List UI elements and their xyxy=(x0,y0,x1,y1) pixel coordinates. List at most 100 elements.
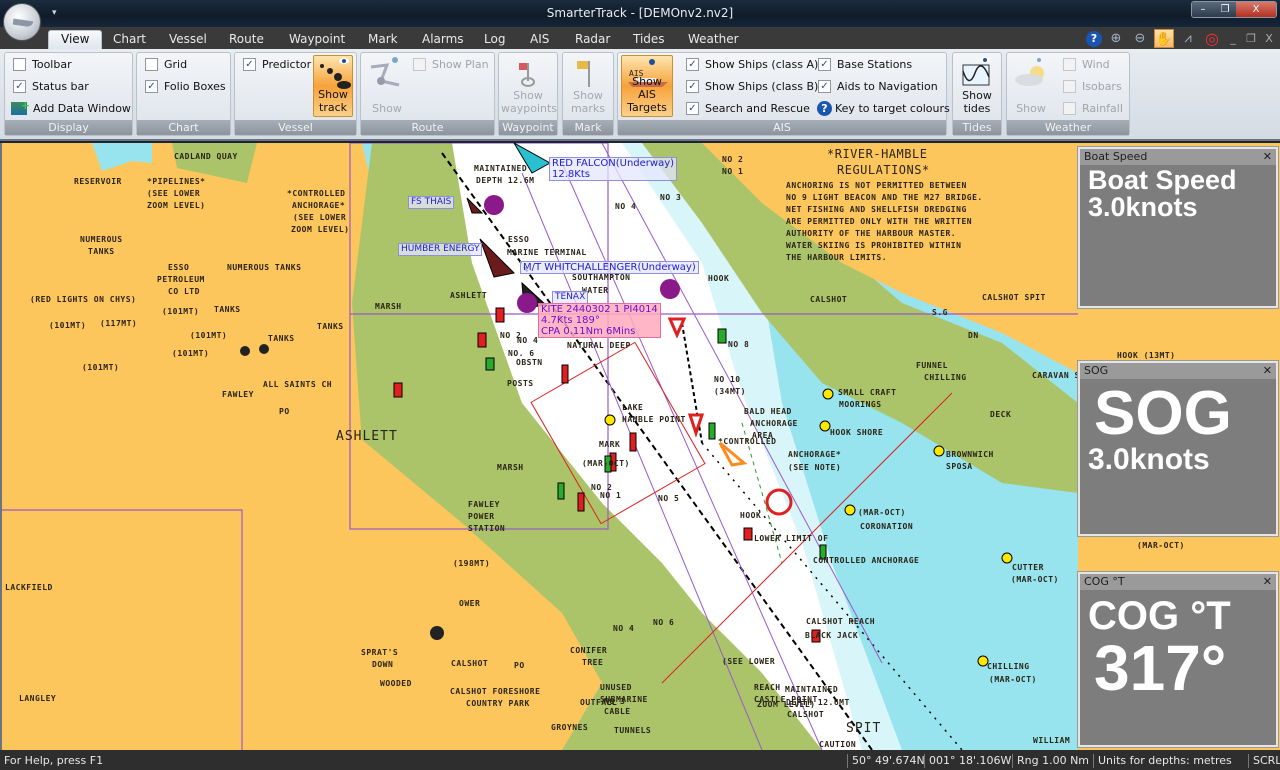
data-window-header: SOG ✕ xyxy=(1080,363,1276,379)
tab-radar[interactable]: Radar xyxy=(575,31,610,49)
measure-icon[interactable]: ⩘ xyxy=(1178,29,1198,48)
map-label: ANCHORAGE* xyxy=(788,450,842,459)
tab-view[interactable]: View xyxy=(48,30,103,50)
ais-name: KITE 2440302 1 PI4014 xyxy=(541,304,658,315)
map-label: UNUSED xyxy=(600,683,632,692)
map-label: NO 6 xyxy=(653,618,675,627)
map-label: CAUTION xyxy=(819,740,857,749)
show-ships-class-b-checkbox[interactable]: ✓ Show Ships (class B) xyxy=(686,80,818,93)
status-latitude: 50° 49'.674N xyxy=(847,754,925,768)
map-label: (SEE LOWER xyxy=(293,213,347,222)
mdi-restore-button[interactable]: ❐ xyxy=(1244,29,1258,48)
show-waypoints-button[interactable]: Show waypoints xyxy=(501,55,557,117)
map-label: PETROLEUM xyxy=(157,275,205,284)
button-label: Show AIS Targets xyxy=(627,75,667,114)
toolbar-checkbox[interactable]: Toolbar xyxy=(13,58,72,71)
tab-route[interactable]: Route xyxy=(229,31,264,49)
close-icon[interactable]: ✕ xyxy=(1263,364,1272,378)
key-to-target-colours-button[interactable]: ? Key to target colours xyxy=(817,101,950,116)
map-label: DECK xyxy=(990,410,1012,419)
group-label: Waypoint xyxy=(499,120,557,135)
application-menu-button[interactable] xyxy=(3,3,41,41)
rainfall-checkbox[interactable]: Rainfall xyxy=(1063,102,1123,115)
map-label: NO 3 xyxy=(604,697,626,706)
ais-label-red-falcon[interactable]: RED FALCON(Underway) 12.8Kts xyxy=(549,157,678,181)
show-ais-targets-button[interactable]: AIS Show AIS Targets xyxy=(621,55,673,117)
map-label: (MAR-OCT) xyxy=(1137,541,1185,550)
tab-ais[interactable]: AIS xyxy=(530,31,549,49)
checkbox-box: ✓ xyxy=(13,80,26,93)
show-route-button[interactable]: Show xyxy=(365,55,409,117)
show-marks-button[interactable]: Show marks xyxy=(565,55,611,117)
mdi-close-button[interactable]: X xyxy=(1262,29,1276,48)
ais-label-kite-dangerous[interactable]: KITE 2440302 1 PI4014 4.7Kts 189° CPA 0.11… xyxy=(538,303,661,338)
tab-alarms[interactable]: Alarms xyxy=(422,31,464,49)
wind-checkbox[interactable]: Wind xyxy=(1063,58,1110,71)
show-weather-button[interactable]: Show xyxy=(1009,55,1053,117)
boat-logo-icon xyxy=(12,18,34,28)
tab-mark[interactable]: Mark xyxy=(368,31,398,49)
checkbox-box xyxy=(413,58,426,71)
aids-to-navigation-checkbox[interactable]: ✓ Aids to Navigation xyxy=(818,80,938,93)
group-waypoint: Show waypoints Waypoint xyxy=(498,52,558,136)
map-label: LANGLEY xyxy=(19,694,57,703)
mdi-minimize-button[interactable]: _ xyxy=(1226,29,1240,48)
map-label: (MAR-OCT) xyxy=(1011,575,1059,584)
data-window-cog[interactable]: COG °T ✕ COG °T 317° xyxy=(1077,571,1279,748)
status-bar-checkbox[interactable]: ✓ Status bar xyxy=(13,80,89,93)
help-icon: ? xyxy=(817,101,832,116)
grid-checkbox[interactable]: Grid xyxy=(145,58,187,71)
restore-button[interactable]: ❐ xyxy=(1214,2,1236,17)
ais-label-fs-thais[interactable]: FS THAIS xyxy=(408,196,455,209)
map-label: STATION xyxy=(468,524,506,533)
route-icon xyxy=(365,55,409,89)
folio-boxes-checkbox[interactable]: ✓ Folio Boxes xyxy=(145,80,226,93)
show-ships-class-a-checkbox[interactable]: ✓ Show Ships (class A) xyxy=(686,58,818,71)
map-label: ANCHORAGE* xyxy=(292,201,346,210)
pan-hand-icon[interactable]: ✋ xyxy=(1154,29,1174,48)
minimize-button[interactable]: – xyxy=(1192,2,1214,17)
map-label: CHILLING xyxy=(924,373,967,382)
map-label: ZOOM LEVEL) xyxy=(147,201,206,210)
tab-tides[interactable]: Tides xyxy=(633,31,665,49)
map-label: OBSTN xyxy=(516,358,543,367)
ribbon: Toolbar ✓ Status bar + Add Data Window Dis… xyxy=(0,49,1280,141)
tab-weather[interactable]: Weather xyxy=(688,31,739,49)
help-icon[interactable]: ? xyxy=(1086,30,1102,47)
tab-chart[interactable]: Chart xyxy=(113,31,146,49)
ais-label-whitchallenger[interactable]: M/T WHITCHALLENGER(Underway) xyxy=(520,261,699,274)
close-icon[interactable]: ✕ xyxy=(1263,150,1272,164)
data-window-title: COG °T xyxy=(1084,575,1125,588)
map-label: NO 2 xyxy=(722,155,744,164)
tab-log[interactable]: Log xyxy=(484,31,505,49)
regulations-line: WATER SKIING IS PROHIBITED WITHIN xyxy=(786,241,962,250)
isobars-checkbox[interactable]: Isobars xyxy=(1063,80,1122,93)
map-label: NO 10 xyxy=(714,375,741,384)
add-data-window-button[interactable]: + Add Data Window xyxy=(11,99,131,115)
data-window-sog[interactable]: SOG ✕ SOG 3.0knots xyxy=(1077,360,1279,537)
show-track-button[interactable]: Show track xyxy=(313,55,353,117)
ais-detail: 12.8Kts xyxy=(552,169,590,180)
map-label: NATURAL DEEP xyxy=(567,341,631,350)
tab-waypoint[interactable]: Waypoint xyxy=(289,31,345,49)
data-window-boat-speed[interactable]: Boat Speed ✕ Boat Speed 3.0knots xyxy=(1077,146,1279,309)
close-button[interactable]: X xyxy=(1236,2,1276,17)
ais-label-humber-energy[interactable]: HUMBER ENERGY xyxy=(398,243,483,256)
lifebuoy-icon[interactable]: ◎ xyxy=(1202,29,1222,48)
zoom-in-icon[interactable]: ⊕ xyxy=(1106,29,1126,48)
close-icon[interactable]: ✕ xyxy=(1263,575,1272,589)
button-label: Show marks xyxy=(570,89,606,115)
map-label: SMALL CRAFT xyxy=(838,388,897,397)
search-and-rescue-checkbox[interactable]: ✓ Search and Rescue xyxy=(686,102,810,115)
show-tides-button[interactable]: Show tides xyxy=(955,55,999,117)
map-label: (117MT) xyxy=(100,319,138,328)
predictor-checkbox[interactable]: ✓ Predictor xyxy=(243,58,311,71)
show-plan-checkbox[interactable]: Show Plan xyxy=(413,58,489,71)
base-stations-checkbox[interactable]: ✓ Base Stations xyxy=(818,58,912,71)
checkbox-label: Base Stations xyxy=(837,58,913,71)
regulations-line: NO 9 LIGHT BEACON AND THE M27 BRIDGE. xyxy=(786,193,983,202)
map-label: GROYNES xyxy=(551,723,589,732)
tab-vessel[interactable]: Vessel xyxy=(169,31,207,49)
data-heading: Boat Speed xyxy=(1088,165,1237,195)
zoom-out-icon[interactable]: ⊖ xyxy=(1130,29,1150,48)
